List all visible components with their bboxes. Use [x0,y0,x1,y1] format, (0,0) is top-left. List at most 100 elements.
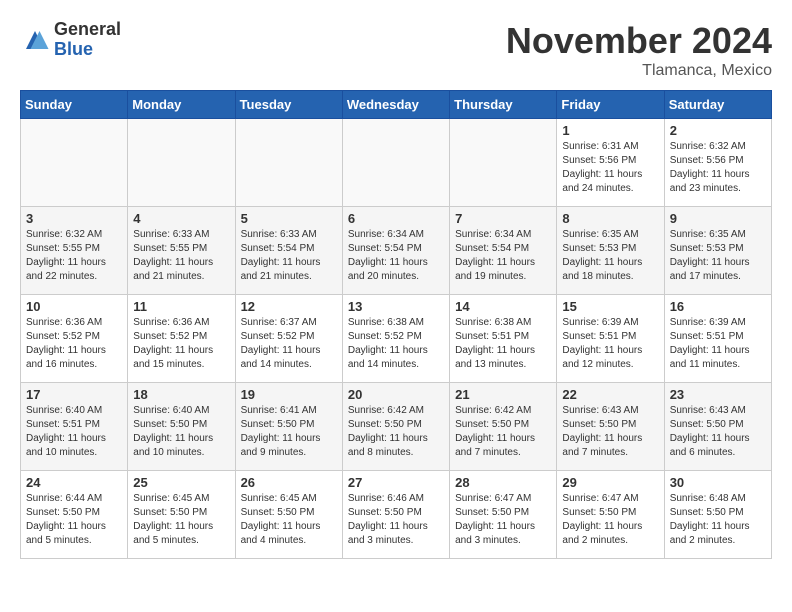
weekday-header-row: SundayMondayTuesdayWednesdayThursdayFrid… [21,91,772,119]
calendar-table: SundayMondayTuesdayWednesdayThursdayFrid… [20,90,772,559]
calendar-cell: 11Sunrise: 6:36 AM Sunset: 5:52 PM Dayli… [128,295,235,383]
calendar-cell: 19 Sunrise: 6:41 AM Sunset: 5:50 PM Dayli… [235,383,342,471]
calendar-cell [21,119,128,207]
day-number: 22 [562,387,658,402]
day-number: 18 [133,387,229,402]
day-number: 8 [562,211,658,226]
day-number: 3 [26,211,122,226]
day-info: Sunrise: 6:34 AM Sunset: 5:54 PM Dayligh… [455,228,551,284]
day-info: Sunrise: 6:47 AM Sunset: 5:50 PM Dayligh… [455,492,551,548]
day-number: 20 [348,387,444,402]
calendar-cell: 1Sunrise: 6:31 AM Sunset: 5:56 PM Daylig… [557,119,664,207]
day-info: Sunrise: 6:36 AM Sunset: 5:52 PM Dayligh… [26,316,122,372]
logo-general: General [54,20,121,40]
logo-icon [20,25,50,55]
calendar-cell: 30Sunrise: 6:48 AM Sunset: 5:50 PM Dayli… [664,471,771,559]
calendar-cell: 4Sunrise: 6:33 AM Sunset: 5:55 PM Daylig… [128,207,235,295]
calendar-week-row: 24Sunrise: 6:44 AM Sunset: 5:50 PM Dayli… [21,471,772,559]
day-number: 19 [241,387,337,402]
day-number: 10 [26,299,122,314]
calendar-cell: 7 Sunrise: 6:34 AM Sunset: 5:54 PM Daylig… [450,207,557,295]
logo[interactable]: General Blue [20,20,121,60]
calendar-cell [128,119,235,207]
day-info: Sunrise: 6:34 AM Sunset: 5:54 PM Dayligh… [348,228,444,284]
day-info: Sunrise: 6:37 AM Sunset: 5:52 PM Dayligh… [241,316,337,372]
day-info: Sunrise: 6:43 AM Sunset: 5:50 PM Dayligh… [670,404,766,460]
calendar-cell: 5 Sunrise: 6:33 AM Sunset: 5:54 PM Daylig… [235,207,342,295]
day-number: 11 [133,299,229,314]
day-number: 17 [26,387,122,402]
day-number: 26 [241,475,337,490]
calendar-cell: 17 Sunrise: 6:40 AM Sunset: 5:51 PM Dayli… [21,383,128,471]
calendar-cell: 15Sunrise: 6:39 AM Sunset: 5:51 PM Dayli… [557,295,664,383]
day-info: Sunrise: 6:35 AM Sunset: 5:53 PM Dayligh… [562,228,658,284]
day-number: 28 [455,475,551,490]
day-number: 14 [455,299,551,314]
day-info: Sunrise: 6:39 AM Sunset: 5:51 PM Dayligh… [670,316,766,372]
calendar-cell: 23 Sunrise: 6:43 AM Sunset: 5:50 PM Dayli… [664,383,771,471]
calendar-cell: 26 Sunrise: 6:45 AM Sunset: 5:50 PM Dayli… [235,471,342,559]
calendar-cell: 6 Sunrise: 6:34 AM Sunset: 5:54 PM Daylig… [342,207,449,295]
weekday-header: Tuesday [235,91,342,119]
calendar-cell: 9 Sunrise: 6:35 AM Sunset: 5:53 PM Daylig… [664,207,771,295]
calendar-week-row: 17 Sunrise: 6:40 AM Sunset: 5:51 PM Dayli… [21,383,772,471]
day-info: Sunrise: 6:31 AM Sunset: 5:56 PM Dayligh… [562,140,658,196]
weekday-header: Saturday [664,91,771,119]
day-info: Sunrise: 6:47 AM Sunset: 5:50 PM Dayligh… [562,492,658,548]
day-number: 9 [670,211,766,226]
calendar-cell: 28 Sunrise: 6:47 AM Sunset: 5:50 PM Dayli… [450,471,557,559]
day-info: Sunrise: 6:33 AM Sunset: 5:55 PM Dayligh… [133,228,229,284]
day-number: 16 [670,299,766,314]
day-number: 29 [562,475,658,490]
location: Tlamanca, Mexico [506,62,772,80]
weekday-header: Thursday [450,91,557,119]
calendar-cell: 18 Sunrise: 6:40 AM Sunset: 5:50 PM Dayli… [128,383,235,471]
calendar-week-row: 10 Sunrise: 6:36 AM Sunset: 5:52 PM Dayli… [21,295,772,383]
day-info: Sunrise: 6:45 AM Sunset: 5:50 PM Dayligh… [133,492,229,548]
day-info: Sunrise: 6:41 AM Sunset: 5:50 PM Dayligh… [241,404,337,460]
day-info: Sunrise: 6:45 AM Sunset: 5:50 PM Dayligh… [241,492,337,548]
day-number: 30 [670,475,766,490]
day-info: Sunrise: 6:32 AM Sunset: 5:56 PM Dayligh… [670,140,766,196]
day-info: Sunrise: 6:35 AM Sunset: 5:53 PM Dayligh… [670,228,766,284]
day-info: Sunrise: 6:33 AM Sunset: 5:54 PM Dayligh… [241,228,337,284]
calendar-cell: 20 Sunrise: 6:42 AM Sunset: 5:50 PM Dayli… [342,383,449,471]
month-title: November 2024 [506,20,772,62]
weekday-header: Sunday [21,91,128,119]
calendar-cell: 27Sunrise: 6:46 AM Sunset: 5:50 PM Dayli… [342,471,449,559]
title-block: November 2024 Tlamanca, Mexico [506,20,772,80]
day-info: Sunrise: 6:32 AM Sunset: 5:55 PM Dayligh… [26,228,122,284]
calendar-cell [450,119,557,207]
calendar-cell: 12Sunrise: 6:37 AM Sunset: 5:52 PM Dayli… [235,295,342,383]
calendar-cell [342,119,449,207]
day-number: 21 [455,387,551,402]
weekday-header: Wednesday [342,91,449,119]
day-info: Sunrise: 6:38 AM Sunset: 5:52 PM Dayligh… [348,316,444,372]
calendar-cell: 8 Sunrise: 6:35 AM Sunset: 5:53 PM Daylig… [557,207,664,295]
day-info: Sunrise: 6:46 AM Sunset: 5:50 PM Dayligh… [348,492,444,548]
day-number: 25 [133,475,229,490]
weekday-header: Friday [557,91,664,119]
day-info: Sunrise: 6:42 AM Sunset: 5:50 PM Dayligh… [348,404,444,460]
day-number: 6 [348,211,444,226]
page-header: General Blue November 2024 Tlamanca, Mex… [20,20,772,80]
day-info: Sunrise: 6:42 AM Sunset: 5:50 PM Dayligh… [455,404,551,460]
calendar-cell: 24Sunrise: 6:44 AM Sunset: 5:50 PM Dayli… [21,471,128,559]
day-number: 7 [455,211,551,226]
calendar-cell: 14 Sunrise: 6:38 AM Sunset: 5:51 PM Dayli… [450,295,557,383]
day-number: 15 [562,299,658,314]
logo-blue: Blue [54,40,121,60]
calendar-cell: 16 Sunrise: 6:39 AM Sunset: 5:51 PM Dayli… [664,295,771,383]
calendar-cell: 25 Sunrise: 6:45 AM Sunset: 5:50 PM Dayli… [128,471,235,559]
day-number: 23 [670,387,766,402]
calendar-week-row: 3 Sunrise: 6:32 AM Sunset: 5:55 PM Daylig… [21,207,772,295]
day-info: Sunrise: 6:38 AM Sunset: 5:51 PM Dayligh… [455,316,551,372]
calendar-cell: 10 Sunrise: 6:36 AM Sunset: 5:52 PM Dayli… [21,295,128,383]
day-number: 5 [241,211,337,226]
day-number: 24 [26,475,122,490]
day-info: Sunrise: 6:43 AM Sunset: 5:50 PM Dayligh… [562,404,658,460]
day-info: Sunrise: 6:40 AM Sunset: 5:50 PM Dayligh… [133,404,229,460]
calendar-week-row: 1Sunrise: 6:31 AM Sunset: 5:56 PM Daylig… [21,119,772,207]
day-number: 13 [348,299,444,314]
day-info: Sunrise: 6:40 AM Sunset: 5:51 PM Dayligh… [26,404,122,460]
